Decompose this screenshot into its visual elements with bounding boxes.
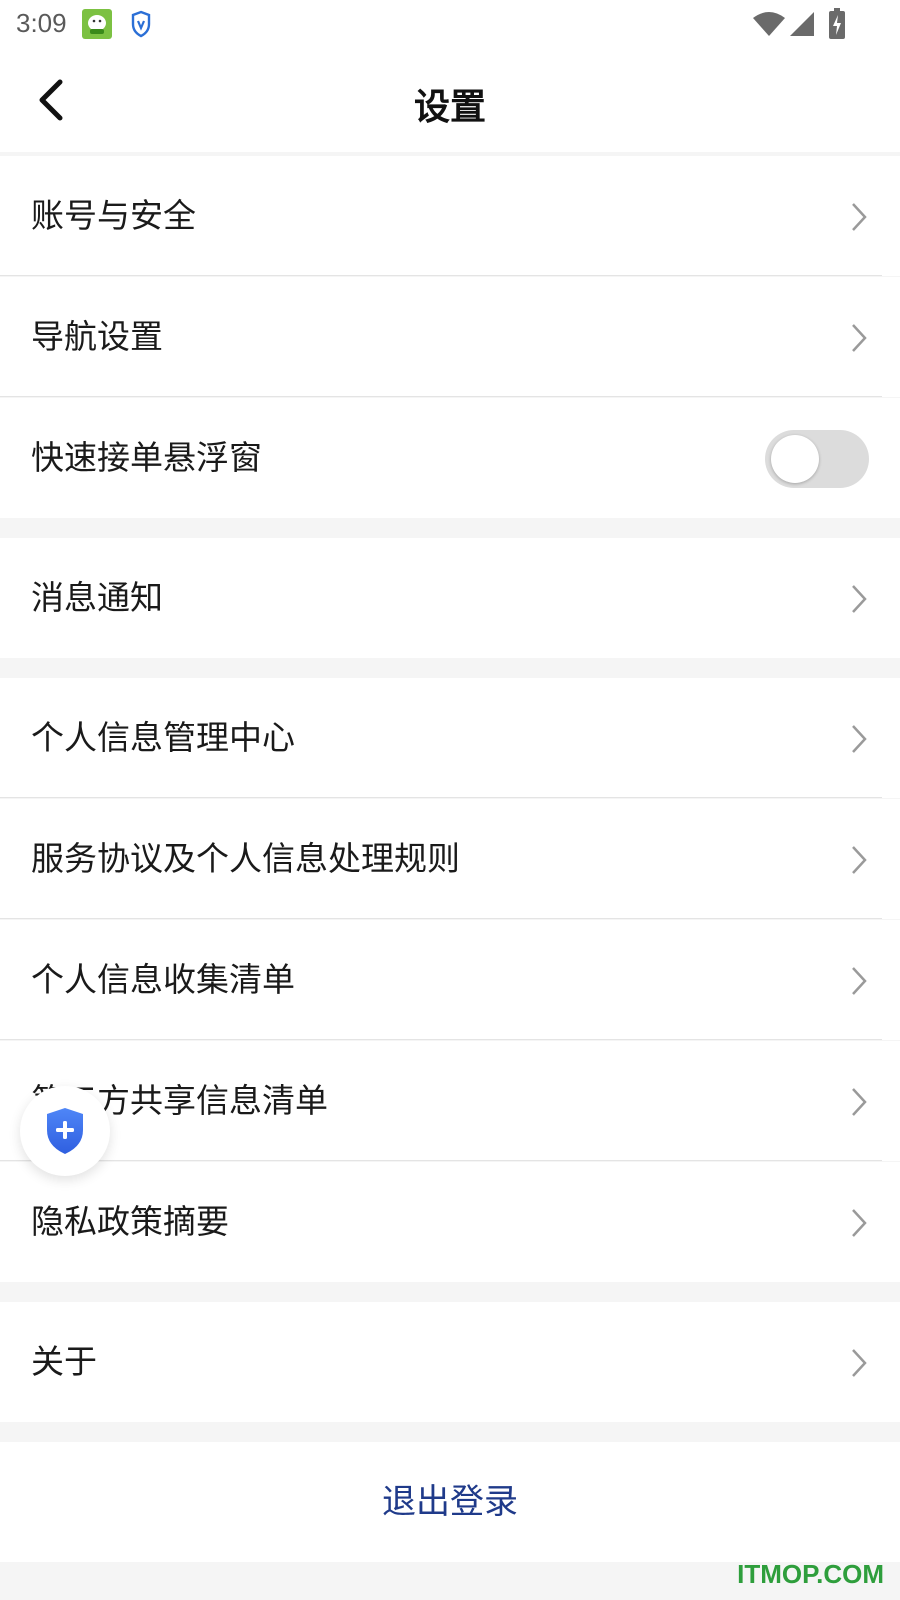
header: 设置 bbox=[0, 48, 900, 152]
settings-item-about[interactable]: 关于 bbox=[0, 1302, 900, 1422]
vpn-shield-icon bbox=[131, 10, 151, 38]
chevron-right-icon bbox=[852, 203, 867, 231]
settings-item-label: 服务协议及个人信息处理规则 bbox=[31, 839, 460, 878]
settings-item-account-security[interactable]: 账号与安全 bbox=[0, 156, 900, 276]
app-notification-icon bbox=[82, 9, 112, 39]
settings-item-privacy-summary[interactable]: 隐私政策摘要 bbox=[0, 1162, 900, 1282]
settings-item-label: 账号与安全 bbox=[31, 196, 196, 235]
settings-item-label: 关于 bbox=[31, 1342, 97, 1381]
logout-label: 退出登录 bbox=[382, 1482, 518, 1522]
chevron-right-icon bbox=[852, 1209, 867, 1237]
settings-item-service-agreement[interactable]: 服务协议及个人信息处理规则 bbox=[0, 799, 900, 919]
settings-item-personal-info-center[interactable]: 个人信息管理中心 bbox=[0, 678, 900, 798]
shield-plus-icon bbox=[47, 1108, 83, 1154]
settings-item-floating-window: 快速接单悬浮窗 bbox=[0, 398, 900, 518]
settings-item-info-collection-list[interactable]: 个人信息收集清单 bbox=[0, 920, 900, 1040]
settings-item-label: 消息通知 bbox=[31, 578, 163, 617]
chevron-right-icon bbox=[852, 725, 867, 753]
settings-item-label: 快速接单悬浮窗 bbox=[31, 438, 262, 477]
status-time: 3:09 bbox=[16, 8, 67, 38]
chevron-right-icon bbox=[852, 585, 867, 613]
wifi-icon bbox=[753, 12, 785, 36]
settings-item-label: 个人信息管理中心 bbox=[31, 718, 295, 757]
page-title: 设置 bbox=[413, 87, 486, 128]
settings-item-navigation[interactable]: 导航设置 bbox=[0, 277, 900, 397]
cellular-signal-icon bbox=[790, 12, 814, 36]
settings-item-label: 个人信息收集清单 bbox=[31, 960, 295, 999]
status-bar: 3:09 bbox=[0, 0, 900, 48]
floating-window-toggle[interactable] bbox=[765, 430, 869, 488]
chevron-right-icon bbox=[852, 1088, 867, 1116]
settings-item-label: 导航设置 bbox=[31, 317, 163, 356]
settings-item-third-party-sharing[interactable]: 第三方共享信息清单 bbox=[0, 1041, 900, 1161]
chevron-right-icon bbox=[852, 846, 867, 874]
watermark: ITMOP.COM bbox=[737, 1559, 884, 1589]
chevron-right-icon bbox=[852, 1349, 867, 1377]
settings-item-notifications[interactable]: 消息通知 bbox=[0, 538, 900, 658]
chevron-right-icon bbox=[852, 967, 867, 995]
settings-item-label: 隐私政策摘要 bbox=[31, 1202, 229, 1241]
logout-button[interactable]: 退出登录 bbox=[0, 1442, 900, 1562]
chevron-right-icon bbox=[852, 324, 867, 352]
toggle-knob bbox=[771, 435, 819, 483]
battery-charging-icon bbox=[829, 8, 845, 39]
floating-shield-button[interactable] bbox=[20, 1086, 110, 1176]
